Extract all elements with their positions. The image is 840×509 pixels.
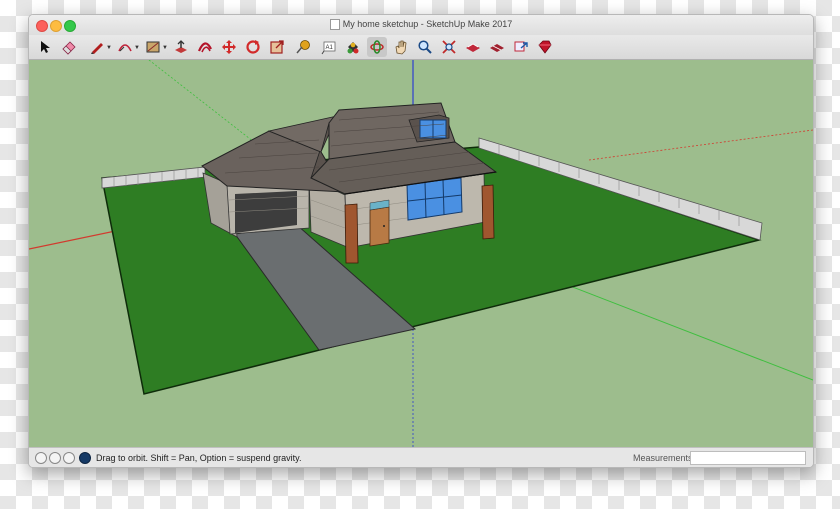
status-hint-text: Drag to orbit. Shift = Pan, Option = sus… <box>96 453 302 463</box>
move-tool-button[interactable] <box>219 37 239 57</box>
app-window: My home sketchup - SketchUp Make 2017 ▼ … <box>28 14 814 468</box>
scale-icon <box>270 40 284 54</box>
text-icon: A1 <box>321 41 336 55</box>
window-title: My home sketchup - SketchUp Make 2017 <box>29 19 813 31</box>
pencil-line-icon <box>91 43 103 54</box>
title-bar[interactable]: My home sketchup - SketchUp Make 2017 <box>29 15 813 37</box>
main-toolbar: ▼ ▼ ▼ A1 <box>29 35 813 60</box>
porch-column-left[interactable] <box>344 203 359 264</box>
measurements-input[interactable] <box>690 451 806 465</box>
move-icon <box>222 40 236 54</box>
zoom-extents-tool-button[interactable] <box>439 37 459 57</box>
tape-measure-icon <box>296 40 310 54</box>
geo-location-icon[interactable] <box>35 452 47 464</box>
user-account-icon[interactable] <box>63 452 75 464</box>
model-viewport[interactable] <box>29 60 813 447</box>
measurements-label: Measurements <box>633 453 693 463</box>
paint-bucket-tool-button[interactable] <box>343 37 363 57</box>
warehouse-icon <box>466 43 480 52</box>
instructor-icon[interactable] <box>79 452 91 464</box>
rotate-tool-button[interactable] <box>243 37 263 57</box>
rotate-icon <box>246 40 260 54</box>
shapes-tool-button[interactable]: ▼ <box>143 37 168 57</box>
front-door[interactable] <box>369 206 390 247</box>
eraser-tool-button[interactable] <box>59 37 79 57</box>
window-title-text: My home sketchup - SketchUp Make 2017 <box>342 19 513 29</box>
extension-warehouse-button[interactable] <box>487 37 507 57</box>
line-tool-button[interactable]: ▼ <box>87 37 112 57</box>
push-pull-tool-button[interactable] <box>171 37 191 57</box>
pan-hand-icon <box>395 40 407 55</box>
zoom-icon <box>418 40 432 54</box>
red-axis-dotted <box>588 129 813 161</box>
rectangle-shape-icon <box>146 41 160 53</box>
eraser-icon <box>62 41 76 55</box>
ruby-icon <box>538 40 552 54</box>
credits-icon[interactable] <box>49 452 61 464</box>
3d-warehouse-button[interactable] <box>463 37 483 57</box>
offset-icon <box>197 42 212 53</box>
scale-tool-button[interactable] <box>267 37 287 57</box>
ruby-console-button[interactable] <box>535 37 555 57</box>
paint-bucket-icon <box>347 42 359 54</box>
orbit-icon <box>370 40 384 54</box>
select-arrow-icon <box>41 41 50 53</box>
door-knob <box>383 225 385 227</box>
share-model-button[interactable] <box>511 37 531 57</box>
arc-tool-button[interactable]: ▼ <box>115 37 140 57</box>
arc-icon <box>118 44 132 52</box>
text-tool-button[interactable]: A1 <box>319 37 339 57</box>
zoom-extents-icon <box>442 40 456 54</box>
zoom-tool-button[interactable] <box>415 37 435 57</box>
porch-column-right[interactable] <box>481 184 495 240</box>
status-bar: Drag to orbit. Shift = Pan, Option = sus… <box>29 447 813 467</box>
tape-measure-tool-button[interactable] <box>293 37 313 57</box>
orbit-tool-button[interactable] <box>367 37 387 57</box>
extension-warehouse-icon <box>490 44 504 52</box>
pan-tool-button[interactable] <box>391 37 411 57</box>
text-tool-label: A1 <box>326 45 334 51</box>
scene-canvas[interactable] <box>29 60 813 447</box>
push-pull-icon <box>175 40 187 53</box>
share-model-icon <box>514 41 528 52</box>
select-tool-button[interactable] <box>35 37 55 57</box>
offset-tool-button[interactable] <box>195 37 215 57</box>
document-icon <box>329 19 340 31</box>
